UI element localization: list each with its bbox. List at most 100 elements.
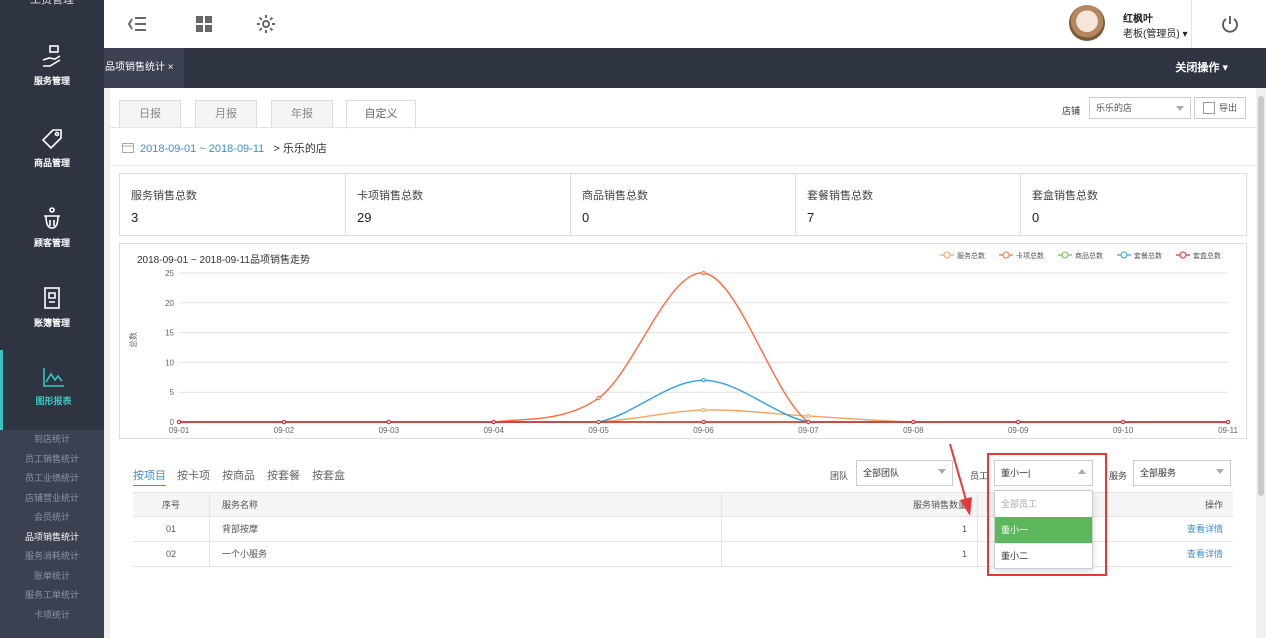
tab-daily[interactable]: 日报 bbox=[119, 100, 181, 128]
submenu-item[interactable]: 品项销售统计 bbox=[0, 528, 104, 548]
tab-yearly[interactable]: 年报 bbox=[271, 100, 333, 128]
team-select[interactable]: 全部团队 bbox=[856, 460, 953, 486]
legend-marker bbox=[943, 251, 951, 259]
sidebar-item-ledger[interactable]: 账簿管理 bbox=[0, 286, 104, 329]
hand-heart-icon bbox=[42, 45, 61, 67]
row-number: 01 bbox=[165, 524, 176, 534]
tab-by-goods[interactable]: 按商品 bbox=[222, 467, 255, 483]
tab-item-sales[interactable]: 品项销售统计 × bbox=[104, 48, 184, 88]
data-point bbox=[596, 396, 601, 401]
submenu-item[interactable]: 店铺营业统计 bbox=[0, 489, 104, 509]
gear-icon[interactable] bbox=[254, 12, 278, 36]
legend-label: 卡项总数 bbox=[1016, 251, 1044, 260]
close-operations-button[interactable]: 关闭操作 ▾ bbox=[1175, 48, 1228, 88]
x-tick-label: 09-02 bbox=[274, 426, 295, 435]
user-name[interactable]: 红枫叶 bbox=[1123, 10, 1153, 25]
sidebar-item-label: 服务管理 bbox=[33, 76, 70, 86]
row-qty: 1 bbox=[721, 542, 977, 567]
breadcrumb-arrow: > bbox=[273, 143, 280, 155]
store-select[interactable]: 乐乐的店 bbox=[1089, 97, 1191, 119]
highlight-box bbox=[987, 453, 1107, 576]
submenu-item[interactable]: 卡项统计 bbox=[0, 606, 104, 626]
stat-value: 7 bbox=[807, 210, 815, 225]
header-divider bbox=[1191, 0, 1192, 48]
row-qty: 1 bbox=[721, 517, 977, 542]
legend-marker bbox=[1002, 251, 1010, 259]
service-label: 服务 bbox=[1109, 471, 1128, 481]
tab-by-package[interactable]: 按套餐 bbox=[267, 467, 300, 483]
x-tick-label: 09-08 bbox=[903, 426, 924, 435]
stat-value: 3 bbox=[131, 210, 139, 225]
service-select[interactable]: 全部服务 bbox=[1133, 460, 1231, 486]
chevron-down-icon bbox=[1216, 469, 1224, 474]
sidebar-item-service[interactable]: 服务管理 bbox=[0, 44, 104, 87]
stat-title: 服务销售总数 bbox=[131, 190, 197, 202]
data-point bbox=[701, 270, 706, 276]
legend-label: 商品总数 bbox=[1075, 251, 1103, 260]
data-point bbox=[1225, 419, 1231, 425]
line-chart-icon bbox=[42, 368, 64, 387]
submenu-item[interactable]: 员工销售统计 bbox=[0, 450, 104, 470]
data-point bbox=[386, 419, 391, 425]
collapse-menu-icon[interactable] bbox=[124, 12, 148, 36]
team-select-value: 全部团队 bbox=[863, 468, 900, 478]
sidebar-item-goods[interactable]: 商品管理 bbox=[0, 126, 104, 169]
stat-card: 商品销售总数 0 bbox=[571, 174, 796, 235]
legend-marker bbox=[1120, 251, 1128, 259]
x-tick-label: 09-06 bbox=[693, 426, 714, 435]
data-point bbox=[701, 407, 706, 413]
user-role-dropdown[interactable]: 老板(管理员) ▾ bbox=[1123, 25, 1187, 40]
col-header: 服务名称 bbox=[209, 493, 721, 518]
y-axis-label: 总数 bbox=[128, 332, 138, 348]
stat-card: 卡项销售总数 29 bbox=[346, 174, 571, 235]
legend-label: 套盒总数 bbox=[1193, 251, 1221, 260]
stat-value: 29 bbox=[357, 210, 372, 225]
tab-custom[interactable]: 自定义 bbox=[346, 100, 416, 129]
submenu-item[interactable]: 会员统计 bbox=[0, 508, 104, 528]
stat-card: 服务销售总数 3 bbox=[120, 174, 346, 235]
data-point bbox=[281, 419, 286, 425]
stat-value: 0 bbox=[1032, 210, 1040, 225]
y-tick-label: 10 bbox=[165, 358, 174, 367]
y-tick-label: 5 bbox=[170, 388, 175, 397]
tab-by-box[interactable]: 按套盒 bbox=[312, 467, 345, 483]
export-icon bbox=[1203, 102, 1215, 114]
data-point bbox=[1016, 419, 1021, 425]
scrollbar[interactable] bbox=[1258, 96, 1264, 496]
submenu-item[interactable]: 账单统计 bbox=[0, 567, 104, 587]
chevron-down-icon bbox=[1176, 106, 1184, 111]
sidebar-item-reports[interactable]: 图形报表 bbox=[0, 350, 104, 430]
export-button[interactable]: 导出 bbox=[1194, 97, 1246, 119]
date-range-text: 2018-09-01 ~ 2018-09-11 bbox=[140, 143, 265, 155]
sidebar-item-label: 账簿管理 bbox=[33, 318, 70, 328]
tab-monthly[interactable]: 月报 bbox=[195, 100, 257, 128]
data-point bbox=[176, 419, 182, 425]
submenu-item[interactable]: 到店统计 bbox=[0, 430, 104, 450]
breadcrumb-store: 乐乐的店 bbox=[282, 143, 327, 155]
col-header: 服务销售数量 bbox=[721, 493, 977, 518]
stat-card: 套盒销售总数 0 bbox=[1021, 174, 1246, 235]
data-point bbox=[806, 413, 811, 419]
grid-apps-icon[interactable] bbox=[192, 12, 216, 36]
annotation-arrow bbox=[949, 443, 972, 516]
legend-label: 服务总数 bbox=[957, 251, 985, 260]
sidebar-top-label[interactable]: 工资管理 bbox=[0, 0, 104, 8]
legend-label: 套餐总数 bbox=[1134, 251, 1162, 260]
submenu-item[interactable]: 服务消耗统计 bbox=[0, 547, 104, 567]
power-icon[interactable] bbox=[1220, 14, 1240, 34]
date-range[interactable]: 2018-09-01 ~ 2018-09-11 > 乐乐的店 bbox=[122, 140, 327, 156]
service-select-value: 全部服务 bbox=[1140, 468, 1177, 478]
tab-by-item[interactable]: 按项目 bbox=[133, 467, 166, 486]
avatar[interactable] bbox=[1069, 5, 1105, 41]
data-point bbox=[701, 378, 706, 383]
series-line bbox=[179, 379, 1228, 423]
x-tick-label: 09-11 bbox=[1218, 426, 1238, 435]
submenu-item[interactable]: 服务工单统计 bbox=[0, 586, 104, 606]
data-point bbox=[491, 419, 496, 425]
sidebar-item-customer[interactable]: 顾客管理 bbox=[0, 206, 104, 249]
stat-card: 套餐销售总数 7 bbox=[796, 174, 1021, 235]
submenu-item[interactable]: 员工业绩统计 bbox=[0, 469, 104, 489]
stat-title: 套餐销售总数 bbox=[807, 190, 873, 202]
tab-by-card[interactable]: 按卡项 bbox=[177, 467, 210, 483]
top-header: 红枫叶 老板(管理员) ▾ bbox=[104, 0, 1266, 48]
